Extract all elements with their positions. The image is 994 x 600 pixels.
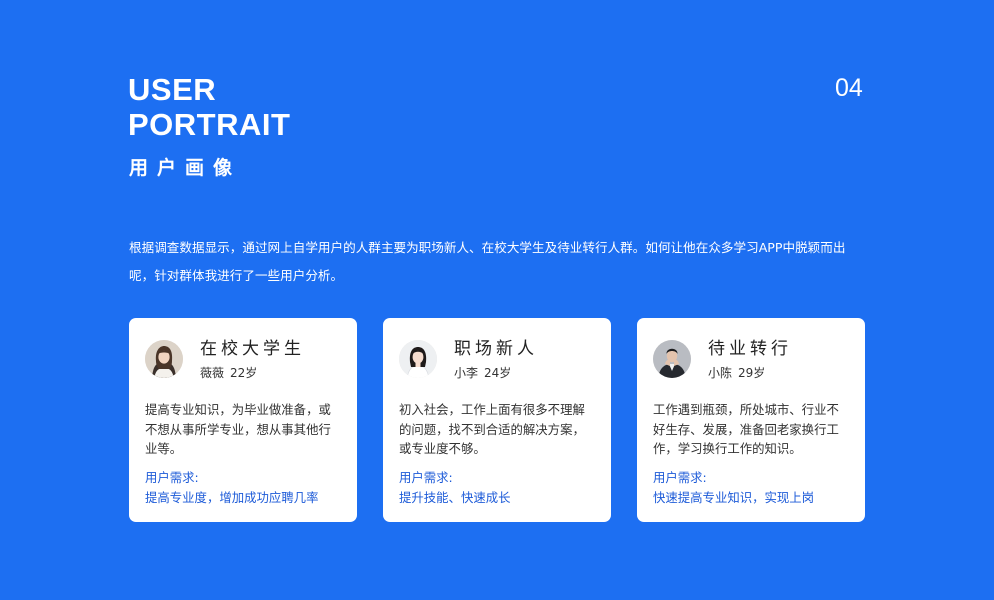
title-line-2: PORTRAIT bbox=[128, 107, 291, 142]
persona-name: 小陈 bbox=[708, 365, 733, 380]
user-need: 用户需求: 快速提高专业知识，实现上岗 bbox=[653, 468, 853, 507]
persona-name: 薇薇 bbox=[200, 365, 225, 380]
page-number: 04 bbox=[835, 74, 863, 102]
persona-card-student: 在校大学生 薇薇 22岁 提高专业知识，为毕业做准备，或不想从事所学专业，想从事其… bbox=[129, 318, 357, 522]
persona-cards: 在校大学生 薇薇 22岁 提高专业知识，为毕业做准备，或不想从事所学专业，想从事其… bbox=[129, 318, 865, 522]
female-professional-avatar-icon bbox=[399, 340, 437, 378]
user-need: 用户需求: 提升技能、快速成长 bbox=[399, 468, 599, 507]
card-title: 在校大学生 bbox=[200, 338, 305, 359]
page-title: USER PORTRAIT bbox=[128, 72, 290, 142]
persona-age: 29岁 bbox=[738, 365, 766, 380]
persona-card-new-employee: 职场新人 小李 24岁 初入社会，工作上面有很多不理解的问题，找不到合适的解决方案… bbox=[383, 318, 611, 522]
card-header: 职场新人 小李 24岁 bbox=[399, 338, 595, 380]
persona-meta: 小陈 29岁 bbox=[708, 365, 792, 381]
female-student-avatar-icon bbox=[145, 340, 183, 378]
persona-age: 24岁 bbox=[484, 365, 512, 380]
user-need: 用户需求: 提高专业度，增加成功应聘几率 bbox=[145, 468, 345, 507]
user-need-value: 提高专业度，增加成功应聘几率 bbox=[145, 489, 319, 505]
card-header: 待业转行 小陈 29岁 bbox=[653, 338, 849, 380]
persona-name: 小李 bbox=[454, 365, 479, 380]
persona-description: 初入社会，工作上面有很多不理解的问题，找不到合适的解决方案，或专业度不够。 bbox=[399, 402, 585, 456]
user-need-label: 用户需求: bbox=[145, 470, 199, 485]
card-header: 在校大学生 薇薇 22岁 bbox=[145, 338, 341, 380]
persona-description: 工作遇到瓶颈，所处城市、行业不好生存、发展，准备回老家换行工作，学习换行工作的知… bbox=[653, 402, 839, 456]
card-title: 职场新人 bbox=[454, 338, 538, 359]
card-title: 待业转行 bbox=[708, 338, 792, 359]
persona-description: 提高专业知识，为毕业做准备，或不想从事所学专业，想从事其他行业等。 bbox=[145, 402, 331, 456]
persona-card-career-change: 待业转行 小陈 29岁 工作遇到瓶颈，所处城市、行业不好生存、发展，准备回老家换行… bbox=[637, 318, 865, 522]
persona-meta: 薇薇 22岁 bbox=[200, 365, 305, 381]
male-jobseeker-avatar-icon bbox=[653, 340, 691, 378]
intro-paragraph: 根据调查数据显示，通过网上自学用户的人群主要为职场新人、在校大学生及待业转行人群… bbox=[129, 240, 846, 283]
user-need-label: 用户需求: bbox=[653, 470, 707, 485]
user-need-value: 提升技能、快速成长 bbox=[399, 489, 511, 505]
title-line-1: USER bbox=[128, 72, 217, 107]
persona-meta: 小李 24岁 bbox=[454, 365, 538, 381]
page-subtitle: 用户画像 bbox=[129, 157, 242, 179]
user-need-value: 快速提高专业知识，实现上岗 bbox=[653, 489, 815, 505]
persona-age: 22岁 bbox=[230, 365, 258, 380]
user-need-label: 用户需求: bbox=[399, 470, 453, 485]
